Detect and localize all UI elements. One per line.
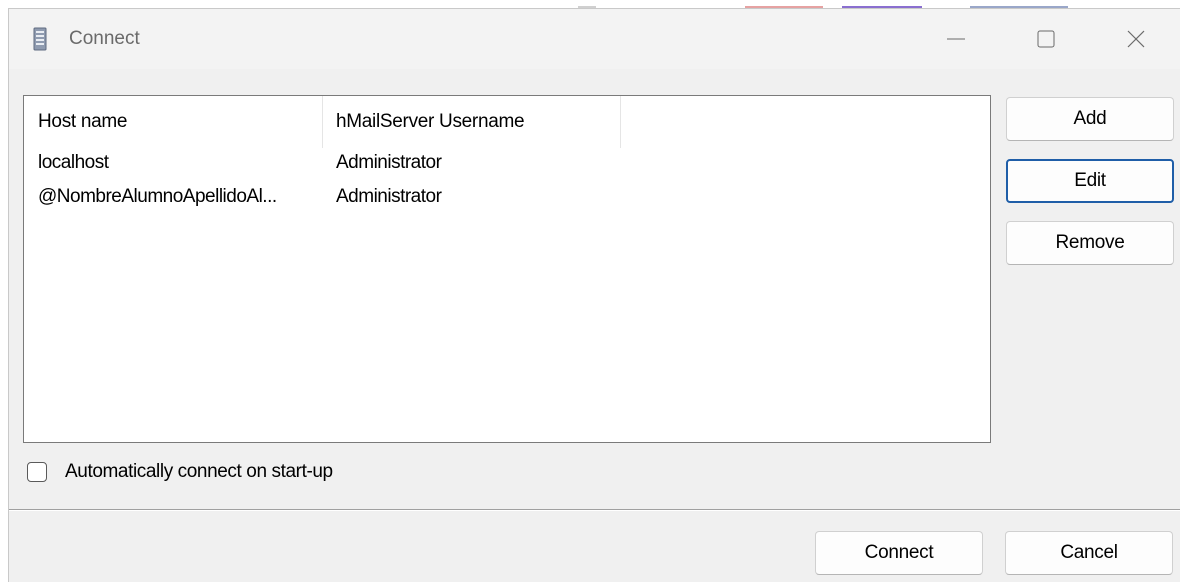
auto-connect-checkbox[interactable]: [27, 462, 47, 482]
auto-connect-label[interactable]: Automatically connect on start-up: [65, 461, 333, 483]
window-title: Connect: [69, 28, 140, 49]
footer-divider-highlight: [9, 510, 1180, 511]
username-cell: Administrator: [336, 186, 442, 207]
column-header-empty[interactable]: [620, 96, 990, 148]
server-icon: [33, 27, 47, 51]
close-button[interactable]: [1091, 9, 1180, 69]
server-list[interactable]: Host name hMailServer Username localhost…: [23, 95, 991, 443]
connect-button[interactable]: Connect: [815, 531, 983, 575]
title-bar[interactable]: Connect: [9, 9, 1180, 69]
username-cell: Administrator: [336, 152, 442, 173]
host-name-cell: localhost: [38, 152, 109, 173]
add-button[interactable]: Add: [1006, 97, 1174, 141]
maximize-button[interactable]: [1001, 9, 1091, 69]
column-header-host-name[interactable]: Host name: [24, 96, 322, 148]
cancel-button[interactable]: Cancel: [1005, 531, 1173, 575]
edit-button[interactable]: Edit: [1006, 159, 1174, 203]
remove-button[interactable]: Remove: [1006, 221, 1174, 265]
close-icon: [1127, 30, 1145, 48]
column-header-username[interactable]: hMailServer Username: [322, 96, 620, 148]
maximize-icon: [1037, 30, 1055, 48]
minimize-button[interactable]: [911, 9, 1001, 69]
minimize-icon: [947, 38, 965, 40]
connect-dialog: Connect Host name hMailServer Username l…: [8, 8, 1180, 582]
host-name-cell: @NombreAlumnoApellidoAl...: [38, 186, 277, 207]
